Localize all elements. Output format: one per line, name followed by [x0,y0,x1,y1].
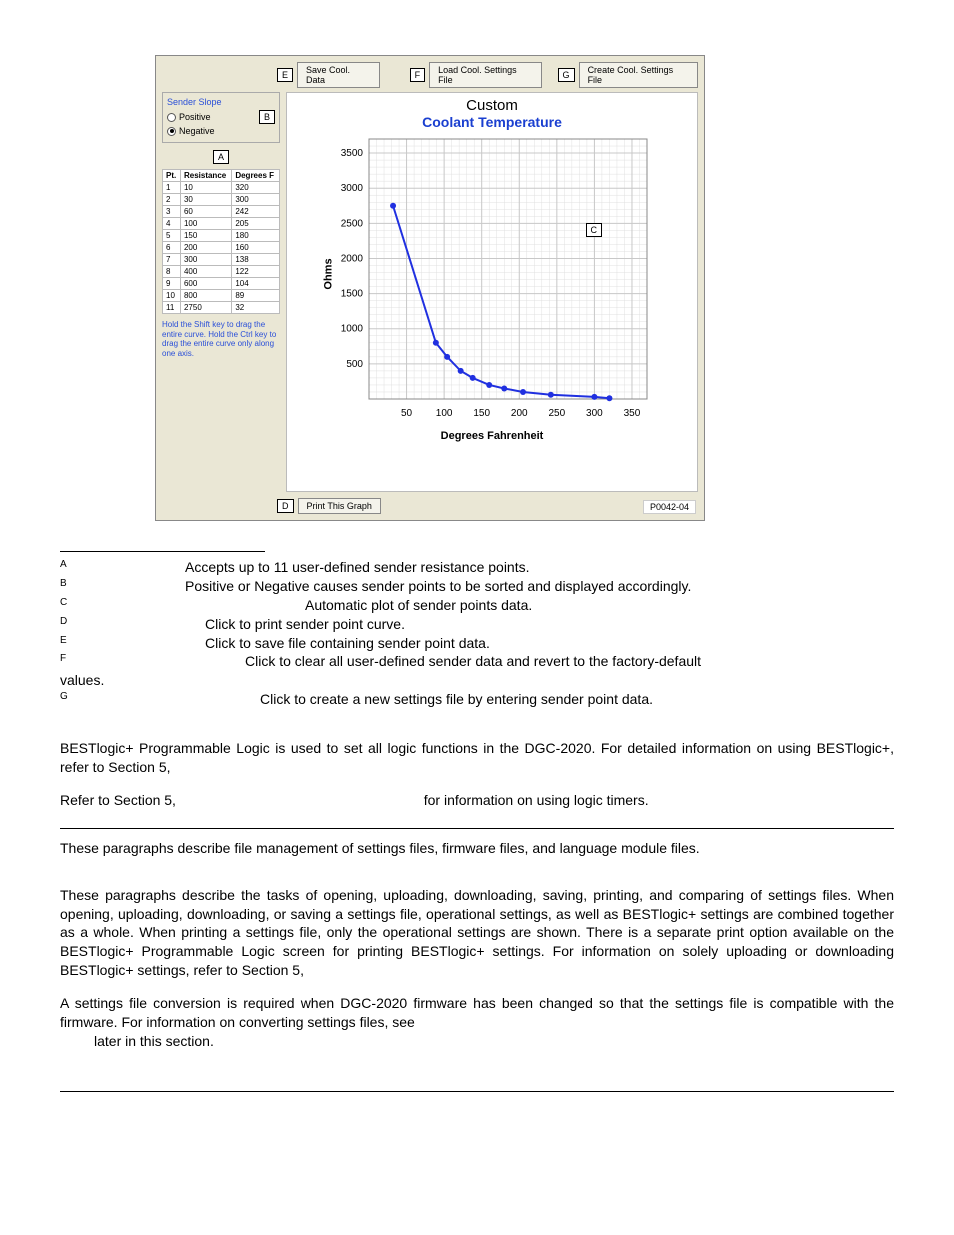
table-row[interactable]: 1080089 [163,290,280,302]
legend-block: AAccepts up to 11 user-defined sender re… [60,558,894,709]
table-header-res: Resistance [180,170,231,182]
x-axis-label: Degrees Fahrenheit [291,430,693,442]
sender-slope-box: Sender Slope Positive B Negative [162,92,280,143]
conversion-para: A settings file conversion is required w… [60,994,894,1051]
table-row[interactable]: 9600104 [163,278,280,290]
top-button-row: E Save Cool. Data F Load Cool. Settings … [277,62,698,88]
svg-text:1500: 1500 [341,289,364,300]
callout-c: C [586,223,603,237]
callout-e: E [277,68,293,82]
table-row[interactable]: 7300138 [163,254,280,266]
bestlogic-para: BESTlogic+ Programmable Logic is used to… [60,739,894,777]
svg-text:50: 50 [401,408,413,419]
graph-title-custom: Custom [291,97,693,114]
settings-files-para: These paragraphs describe the tasks of o… [60,886,894,980]
table-row[interactable]: 8400122 [163,266,280,278]
callout-a: A [213,150,229,164]
table-header-deg: Degrees F [232,170,280,182]
svg-text:500: 500 [346,359,363,370]
sender-slope-title: Sender Slope [167,97,275,107]
graph-title-coolant: Coolant Temperature [291,114,693,130]
create-cool-settings-button[interactable]: Create Cool. Settings File [579,62,698,88]
table-header-pt: Pt. [163,170,181,182]
svg-text:3000: 3000 [341,183,364,194]
drag-hint: Hold the Shift key to drag the entire cu… [162,320,280,358]
svg-text:300: 300 [586,408,603,419]
load-cool-settings-button[interactable]: Load Cool. Settings File [429,62,542,88]
callout-g: G [558,68,575,82]
graph-area: Custom Coolant Temperature Ohms 50 100 150… [286,92,698,492]
callout-d: D [277,499,294,513]
sender-points-table[interactable]: Pt. Resistance Degrees F 110320230300360… [162,169,280,314]
table-row[interactable]: 360242 [163,206,280,218]
body-text: AAccepts up to 11 user-defined sender re… [60,551,894,1092]
positive-label: Positive [179,112,211,122]
svg-text:1000: 1000 [341,324,364,335]
save-cool-data-button[interactable]: Save Cool. Data [297,62,380,88]
positive-radio[interactable] [167,113,176,122]
svg-text:2500: 2500 [341,218,364,229]
svg-text:250: 250 [548,408,565,419]
callout-b: B [259,110,275,124]
svg-text:350: 350 [624,408,641,419]
table-row[interactable]: 5150180 [163,230,280,242]
table-row[interactable]: 6200160 [163,242,280,254]
plot-box: Ohms 50100150200250300350500100015002000… [327,134,657,414]
svg-text:100: 100 [436,408,453,419]
table-row[interactable]: 11275032 [163,302,280,314]
negative-label: Negative [179,126,215,136]
callout-f: F [410,68,426,82]
figure-id: P0042-04 [643,500,696,514]
file-mgmt-para: These paragraphs describe file managemen… [60,839,894,858]
svg-text:3500: 3500 [341,148,364,159]
print-graph-button[interactable]: Print This Graph [298,498,381,514]
table-row[interactable]: 230300 [163,194,280,206]
svg-text:200: 200 [511,408,528,419]
svg-text:2000: 2000 [341,253,364,264]
settings-screenshot: E Save Cool. Data F Load Cool. Settings … [155,55,705,521]
y-axis-label: Ohms [323,258,335,289]
svg-text:150: 150 [473,408,490,419]
chart-svg: 50 100 150 200 250 300 350 500 1000 1500 2000 2500 3… [327,134,657,424]
table-row[interactable]: 4100205 [163,218,280,230]
negative-radio[interactable] [167,127,176,136]
table-row[interactable]: 110320 [163,182,280,194]
timers-para: Refer to Section 5, for information on u… [60,791,894,810]
